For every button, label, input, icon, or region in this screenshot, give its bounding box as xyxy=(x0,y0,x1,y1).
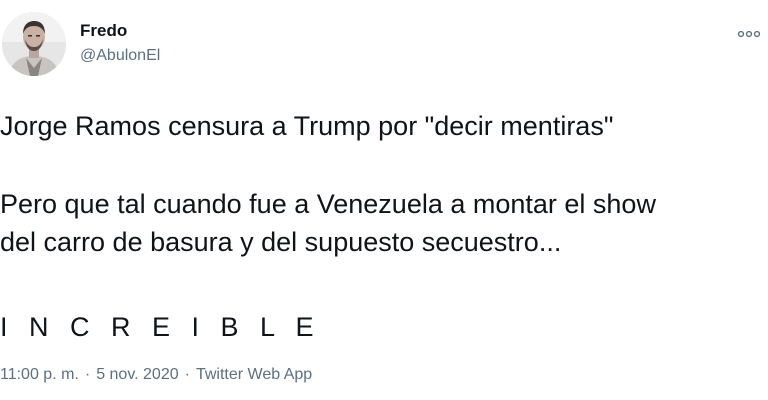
tweet-metadata: 11:00 p. m. · 5 nov. 2020 · Twitter Web App xyxy=(0,366,312,384)
author-handle[interactable]: @AbulonEl xyxy=(80,47,160,65)
more-options-icon[interactable] xyxy=(736,27,762,39)
tweet-card: Fredo @AbulonEl Jorge Ramos censura a Tr… xyxy=(0,0,768,400)
tweet-text-line: I N C R E I B L E xyxy=(0,312,321,342)
tweet-text-line: Jorge Ramos censura a Trump por "decir m… xyxy=(0,111,614,141)
avatar-photo xyxy=(2,12,66,76)
tweet-source[interactable]: Twitter Web App xyxy=(196,366,312,383)
tweet-text-line: Pero que tal cuando fue a Venezuela a mo… xyxy=(0,189,656,219)
meta-separator: · xyxy=(84,366,91,383)
tweet-time[interactable]: 11:00 p. m. xyxy=(0,366,79,383)
tweet-date[interactable]: 5 nov. 2020 xyxy=(96,366,178,383)
tweet-text-line: del carro de basura y del supuesto secue… xyxy=(0,227,562,257)
meta-separator: · xyxy=(184,366,190,383)
author-name[interactable]: Fredo xyxy=(80,21,127,41)
author-avatar[interactable] xyxy=(2,12,66,76)
